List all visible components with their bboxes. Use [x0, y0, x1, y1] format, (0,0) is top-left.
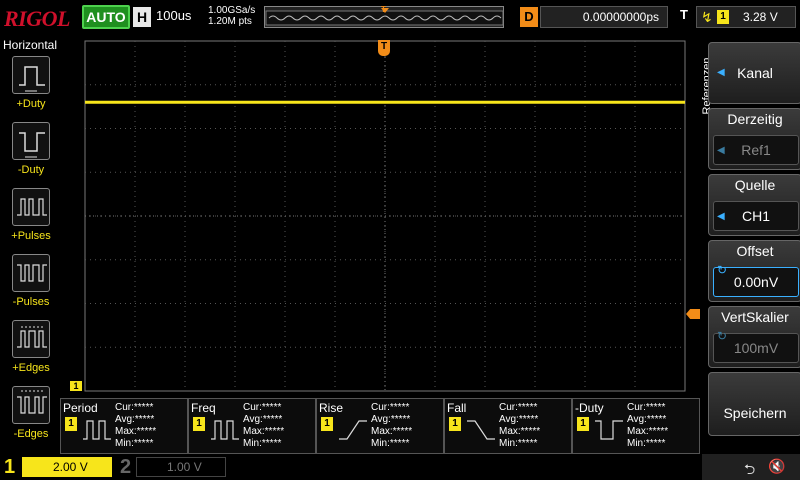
readout-name: Fall — [447, 401, 467, 415]
period-icon — [83, 420, 111, 440]
rigol-logo: RIGOL — [4, 6, 70, 31]
sample-rate: 1.00GSa/s — [208, 5, 256, 16]
rise-time-icon — [339, 420, 367, 440]
positive-duty-icon — [12, 56, 50, 94]
ch1-offset-marker[interactable]: 1 — [70, 381, 82, 391]
readout-channel-badge: 1 — [577, 417, 589, 431]
memory-depth: 1.20M pts — [208, 16, 252, 27]
trigger-tag: T — [680, 7, 688, 22]
trigger-level: 3.28 V — [743, 10, 778, 24]
timebase-value[interactable]: 100us — [156, 8, 191, 23]
trigger-status[interactable]: ↯ 1 3.28 V — [696, 6, 796, 28]
rising-edge-icon: ↯ — [701, 9, 713, 25]
readout-stats: Cur:***** Avg:***** Max:***** Min:***** — [115, 402, 157, 449]
menu-item-title: Speichern — [723, 405, 787, 421]
readout-channel-badge: 1 — [65, 417, 77, 431]
trigger-position-marker[interactable]: T — [378, 40, 390, 56]
negative-duty-icon — [12, 122, 50, 160]
ch2-scale-box[interactable]: 1.00 V — [136, 457, 226, 477]
readout-name: -Duty — [575, 401, 604, 415]
measure-label: +Pulses — [11, 230, 51, 242]
trigger-level-marker[interactable] — [686, 309, 700, 319]
measure-negative-pulses[interactable]: -Pulses — [8, 254, 54, 314]
positive-edges-icon — [12, 320, 50, 358]
measure-label: -Duty — [17, 164, 45, 176]
negative-edges-icon — [12, 386, 50, 424]
measure-positive-edges[interactable]: +Edges — [8, 320, 54, 380]
measure-label: -Pulses — [12, 296, 50, 308]
measure-label: +Duty — [16, 98, 46, 110]
ch2-scale: 1.00 V — [167, 460, 202, 474]
fall-time-icon — [467, 420, 495, 440]
readout-negative-duty[interactable]: -Duty 1 Cur:***** Avg:***** Max:***** Min:*… — [572, 398, 700, 454]
delay-value[interactable]: 0.00000000ps — [540, 6, 668, 28]
ch2-number: 2 — [120, 456, 132, 478]
negative-duty-icon — [595, 420, 623, 440]
rotate-knob-icon: ↻ — [717, 329, 728, 343]
positive-pulses-icon — [12, 188, 50, 226]
ch1-number: 1 — [4, 456, 16, 478]
usb-icon: ⮌ — [744, 461, 756, 477]
readout-stats: Cur:***** Avg:***** Max:***** Min:***** — [499, 402, 541, 449]
readout-fall[interactable]: Fall 1 Cur:***** Avg:***** Max:***** Min:**… — [444, 398, 572, 454]
left-arrow-icon: ◀ — [717, 211, 725, 222]
menu-save-button[interactable]: Speichern — [708, 372, 800, 436]
acquisition-info: 1.00GSa/s 1.20M pts — [208, 5, 255, 27]
readout-rise[interactable]: Rise 1 Cur:***** Avg:***** Max:***** Min:**… — [316, 398, 444, 454]
readout-channel-badge: 1 — [321, 417, 333, 431]
menu-offset-button[interactable]: Offset 0.00nV ↻ — [708, 240, 800, 302]
readout-name: Period — [63, 401, 98, 415]
measurement-readouts: Period 1 Cur:***** Avg:***** Max:***** Min:… — [58, 398, 700, 454]
readout-stats: Cur:***** Avg:***** Max:***** Min:***** — [627, 402, 669, 449]
menu-current-button[interactable]: Derzeitig Ref1 ◀ — [708, 108, 800, 170]
ch1-marker-label: 1 — [73, 381, 79, 391]
auto-button[interactable]: AUTO — [82, 5, 130, 29]
measure-negative-duty[interactable]: -Duty — [8, 122, 54, 182]
trigger-channel-badge: 1 — [717, 10, 729, 24]
waveform-display[interactable]: T 1 — [70, 40, 700, 392]
delay-tag: D — [520, 7, 538, 27]
readout-name: Rise — [319, 401, 344, 415]
frequency-icon — [211, 420, 239, 440]
system-status: ⮌ 🔇 — [702, 454, 800, 480]
menu-channel-button[interactable]: ◀ Kanal — [708, 42, 800, 104]
left-arrow-icon: ◀ — [717, 145, 725, 156]
readout-channel-badge: 1 — [449, 417, 461, 431]
menu-item-title: Kanal — [737, 65, 773, 81]
menu-item-title: Derzeitig — [727, 111, 783, 127]
measure-positive-pulses[interactable]: +Pulses — [8, 188, 54, 248]
memory-trigger-marker: T — [381, 5, 386, 14]
readout-period[interactable]: Period 1 Cur:***** Avg:***** Max:***** Min:… — [60, 398, 188, 454]
measure-label: -Edges — [13, 428, 49, 440]
readout-stats: Cur:***** Avg:***** Max:***** Min:***** — [371, 402, 413, 449]
current-value: Ref1 — [713, 135, 799, 165]
ch1-scale-box[interactable]: 2.00 V — [22, 457, 112, 477]
softkey-menu: Referenzen ◀ Kanal Derzeitig Ref1 ◀ Quel… — [700, 40, 800, 448]
menu-source-button[interactable]: Quelle CH1 ◀ — [708, 174, 800, 236]
memory-overview: T — [264, 5, 504, 28]
horizontal-tag: H — [133, 7, 151, 27]
readout-freq[interactable]: Freq 1 Cur:***** Avg:***** Max:***** Min:**… — [188, 398, 316, 454]
measure-label: +Edges — [12, 362, 50, 374]
ch1-scale: 2.00 V — [53, 460, 88, 474]
measure-positive-duty[interactable]: +Duty — [8, 56, 54, 116]
menu-vertical-scale-button[interactable]: VertSkalier 100mV ↻ — [708, 306, 800, 368]
menu-item-title: VertSkalier — [721, 309, 789, 325]
source-value: CH1 — [713, 201, 799, 231]
top-status-bar: RIGOL AUTO H 100us 1.00GSa/s 1.20M pts T… — [0, 0, 800, 36]
speaker-muted-icon[interactable]: 🔇 — [768, 458, 785, 475]
readout-channel-badge: 1 — [193, 417, 205, 431]
channel-status-bar: 1 2.00 V 2 1.00 V ⮌ 🔇 — [0, 454, 800, 480]
graticule — [84, 40, 686, 392]
trigger-marker-label: T — [380, 41, 388, 52]
rotate-knob-icon: ↻ — [717, 263, 728, 277]
readout-stats: Cur:***** Avg:***** Max:***** Min:***** — [243, 402, 285, 449]
negative-pulses-icon — [12, 254, 50, 292]
readout-name: Freq — [191, 401, 216, 415]
menu-item-title: Quelle — [734, 177, 776, 193]
measure-negative-edges[interactable]: -Edges — [8, 386, 54, 446]
measurement-panel: Horizontal +Duty -Duty +Pulses -Pulses +… — [0, 36, 60, 448]
measurement-category-title: Horizontal — [2, 38, 58, 52]
menu-item-title: Offset — [736, 243, 774, 259]
